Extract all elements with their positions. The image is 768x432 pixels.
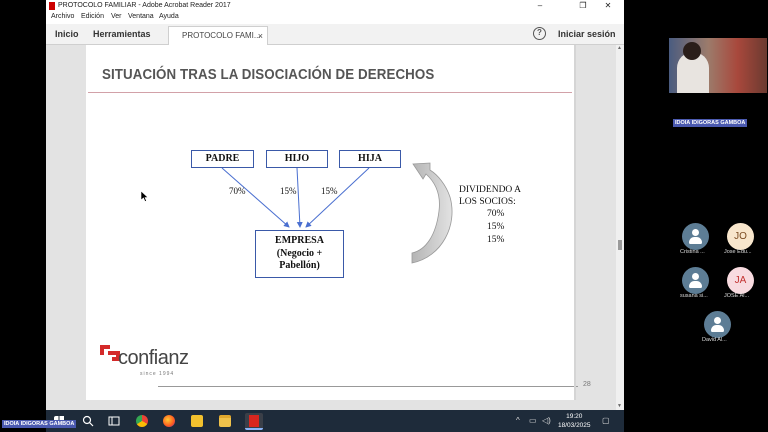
participant-avatar[interactable] xyxy=(682,267,709,294)
task-view-icon[interactable] xyxy=(108,415,120,427)
acrobat-window: PROTOCOLO FAMILIAR - Adobe Acrobat Reade… xyxy=(46,0,624,410)
volume-icon[interactable]: ◁) xyxy=(542,416,551,425)
scroll-up-icon[interactable]: ▲ xyxy=(617,45,622,51)
clock-date: 18/03/2025 xyxy=(558,422,591,429)
scroll-thumb[interactable] xyxy=(618,240,622,250)
logo-wordmark: confianz xyxy=(118,347,189,369)
menu-edicion[interactable]: Edición xyxy=(81,13,104,20)
help-icon[interactable]: ? xyxy=(533,27,546,40)
presenter-video[interactable] xyxy=(669,38,767,93)
empresa-line-3: Pabellón) xyxy=(279,260,320,271)
box-hijo: HIJO xyxy=(266,150,328,168)
arrow-padre xyxy=(221,167,290,228)
title-bar: PROTOCOLO FAMILIAR - Adobe Acrobat Reade… xyxy=(46,0,624,12)
document-tab-label: PROTOCOLO FAMI... xyxy=(182,31,261,40)
percent-padre: 70% xyxy=(229,186,246,196)
menu-bar: Archivo Edición Ver Ventana Ayuda xyxy=(46,12,624,24)
acrobat-icon xyxy=(249,415,259,427)
page-number: 28 xyxy=(583,381,591,388)
firefox-icon[interactable] xyxy=(163,415,175,427)
search-icon[interactable] xyxy=(82,415,94,427)
participant-avatar[interactable] xyxy=(682,223,709,250)
participant-avatar[interactable] xyxy=(704,311,731,338)
dividend-line-1: DIVIDENDO A xyxy=(459,185,522,195)
participant-name: David Al... xyxy=(702,337,727,343)
person-icon xyxy=(692,273,699,280)
taskbar: ^ ▭ ◁) 19:20 18/03/2025 ▢ xyxy=(46,410,624,432)
percent-hijo: 15% xyxy=(280,186,297,196)
screen: PROTOCOLO FAMILIAR - Adobe Acrobat Reade… xyxy=(0,0,768,432)
empresa-line-1: EMPRESA xyxy=(275,235,324,246)
participant-name: Jose Edu... xyxy=(724,249,752,255)
menu-ver[interactable]: Ver xyxy=(111,13,122,20)
document-viewer: SITUACIÓN TRAS LA DISOCIACIÓN DE DERECHO… xyxy=(46,45,624,410)
menu-ayuda[interactable]: Ayuda xyxy=(159,13,179,20)
tab-close-icon[interactable]: × xyxy=(258,27,263,45)
vertical-scrollbar[interactable]: ▲ ▼ xyxy=(616,45,624,410)
participant-avatar[interactable]: JA xyxy=(727,267,754,294)
toolbar: Inicio Herramientas PROTOCOLO FAMI... × … xyxy=(46,24,624,45)
box-empresa: EMPRESA (Negocio + Pabellón) xyxy=(255,230,344,278)
menu-archivo[interactable]: Archivo xyxy=(51,13,74,20)
window-title: PROTOCOLO FAMILIAR - Adobe Acrobat Reade… xyxy=(58,2,231,9)
home-tab[interactable]: Inicio xyxy=(55,29,79,39)
tools-tab[interactable]: Herramientas xyxy=(93,29,151,39)
document-tab[interactable]: PROTOCOLO FAMI... × xyxy=(168,26,268,45)
menu-ventana[interactable]: Ventana xyxy=(128,13,154,20)
participant-avatar[interactable]: JO xyxy=(727,223,754,250)
mouse-cursor-icon xyxy=(141,191,149,202)
file-explorer-icon[interactable] xyxy=(219,415,231,427)
box-hija: HIJA xyxy=(339,150,401,168)
arrow-hijo xyxy=(296,167,303,228)
maximize-button[interactable]: ❐ xyxy=(571,0,595,12)
signin-button[interactable]: Iniciar sesión xyxy=(558,29,616,39)
person-icon xyxy=(714,317,721,324)
slide-page: SITUACIÓN TRAS LA DISOCIACIÓN DE DERECHO… xyxy=(86,45,591,400)
participant-name: Cristina ... xyxy=(680,249,705,255)
pdf-app-icon xyxy=(49,2,55,10)
chrome-icon[interactable] xyxy=(136,415,148,427)
self-name-label: IDOIA IDIGORAS GAMBOA xyxy=(2,420,77,428)
participant-name: JOSE Al... xyxy=(724,293,750,299)
box-padre: PADRE xyxy=(191,150,254,168)
dividend-label: DIVIDENDO A LOS SOCIOS: xyxy=(459,184,521,208)
dividend-line-2: LOS SOCIOS: xyxy=(459,197,516,207)
network-icon[interactable]: ▭ xyxy=(529,416,537,425)
dividend-value: 15% xyxy=(487,222,505,232)
arrow-hija xyxy=(305,167,370,228)
page-shadow xyxy=(574,45,576,400)
scroll-down-icon[interactable]: ▼ xyxy=(617,403,622,409)
curved-return-arrow xyxy=(411,162,453,264)
participant-name: susana si... xyxy=(680,293,708,299)
dividend-value: 70% xyxy=(487,209,505,219)
notifications-icon[interactable]: ▢ xyxy=(602,416,610,425)
tray-chevron-icon[interactable]: ^ xyxy=(516,416,520,425)
clock[interactable]: 19:20 18/03/2025 xyxy=(558,412,591,430)
dividend-values: 70% 15% 15% xyxy=(487,208,504,247)
empresa-line-2: (Negocio + xyxy=(276,247,323,259)
acrobat-taskbar-button[interactable] xyxy=(245,413,263,430)
sticky-notes-icon[interactable] xyxy=(191,415,203,427)
close-button[interactable]: ✕ xyxy=(596,0,620,12)
percent-hija: 15% xyxy=(321,186,338,196)
presenter-name-label: IDOIA IDIGORAS GAMBOA xyxy=(673,119,748,127)
clock-time: 19:20 xyxy=(566,413,583,420)
person-icon xyxy=(692,229,699,236)
dividend-value: 15% xyxy=(487,235,505,245)
minimize-button[interactable]: – xyxy=(528,0,552,12)
logo-tagline: since 1994 xyxy=(140,371,175,377)
footer-rule xyxy=(158,386,578,387)
